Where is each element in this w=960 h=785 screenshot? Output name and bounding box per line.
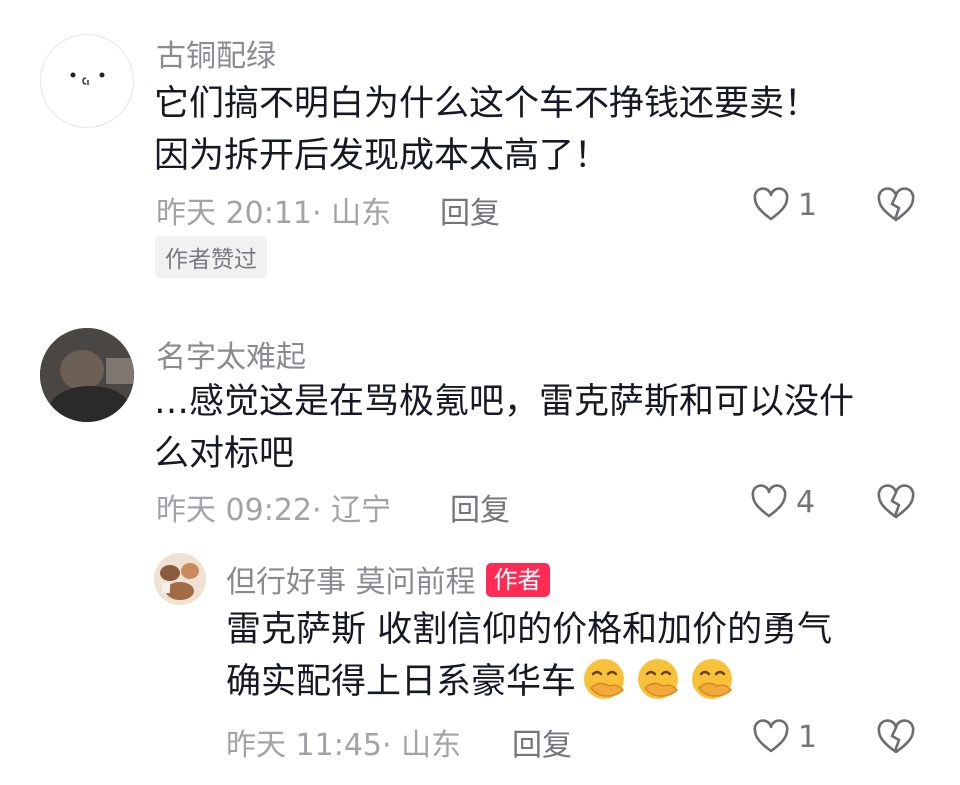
reply-username[interactable]: 但行好事 莫问前程 (226, 565, 476, 600)
heart-icon (751, 484, 787, 518)
reply-button[interactable]: 回复 (512, 720, 572, 764)
comment-text-line: …感觉这是在骂极氪吧，雷克萨斯和可以没什 (154, 382, 855, 422)
like-button[interactable]: 1 (752, 719, 817, 755)
food-avatar-icon (154, 553, 206, 605)
broken-heart-icon (877, 719, 915, 754)
comment-text: 它们搞不明白为什么这个车不挣钱还要卖！ 因为拆开后发现成本太高了！ (154, 78, 944, 182)
heart-icon (753, 187, 789, 221)
author-liked-badge: 作者赞过 (155, 236, 267, 278)
like-count: 4 (796, 484, 816, 520)
reply-meta: 昨天 11:45· 山东 (226, 728, 462, 763)
comment-text-line: 因为拆开后发现成本太高了！ (154, 136, 610, 176)
comment-meta: 昨天 20:11· 山东 (156, 196, 392, 231)
photo-avatar-icon (40, 328, 134, 422)
comment-meta: 昨天 09:22· 辽宁 (156, 493, 392, 528)
hand-over-mouth-emoji-icon (688, 657, 738, 716)
username[interactable]: 名字太难起 (156, 332, 306, 376)
reply-text: 雷克萨斯 收割信仰的价格和加价的勇气 确实配得上日系豪华车 (226, 604, 936, 716)
reply-text-line2: 确实配得上日系豪华车 (226, 662, 577, 702)
reply-text-line: 确实配得上日系豪华车 (226, 656, 936, 716)
hand-over-mouth-emoji-icon (634, 657, 684, 716)
like-count: 1 (798, 719, 818, 755)
comment-text-line: 它们搞不明白为什么这个车不挣钱还要卖！ (154, 84, 820, 124)
like-button[interactable]: 1 (752, 187, 817, 223)
heart-icon (753, 719, 789, 753)
like-button[interactable]: 4 (750, 484, 815, 520)
like-count: 1 (798, 187, 818, 223)
hand-over-mouth-emoji-icon (580, 657, 630, 716)
comment-text: …感觉这是在骂极氪吧，雷克萨斯和可以没什 么对标吧 (154, 376, 944, 480)
author-badge: 作者 (485, 563, 550, 597)
face-avatar-icon (70, 72, 105, 85)
dislike-button[interactable] (876, 187, 916, 227)
reply-button[interactable]: 回复 (440, 188, 500, 232)
avatar[interactable] (40, 328, 134, 422)
comment-text-line: 么对标吧 (154, 434, 295, 474)
avatar[interactable] (40, 34, 134, 128)
avatar[interactable] (154, 553, 206, 605)
username[interactable]: 古铜配绿 (156, 31, 276, 75)
dislike-button[interactable] (876, 719, 916, 759)
reply-text-line: 雷克萨斯 收割信仰的价格和加价的勇气 (226, 610, 833, 650)
broken-heart-icon (877, 484, 915, 519)
dislike-button[interactable] (876, 484, 916, 524)
broken-heart-icon (877, 187, 915, 222)
reply-button[interactable]: 回复 (450, 485, 510, 529)
username: 但行好事 莫问前程 作者 (226, 557, 550, 601)
